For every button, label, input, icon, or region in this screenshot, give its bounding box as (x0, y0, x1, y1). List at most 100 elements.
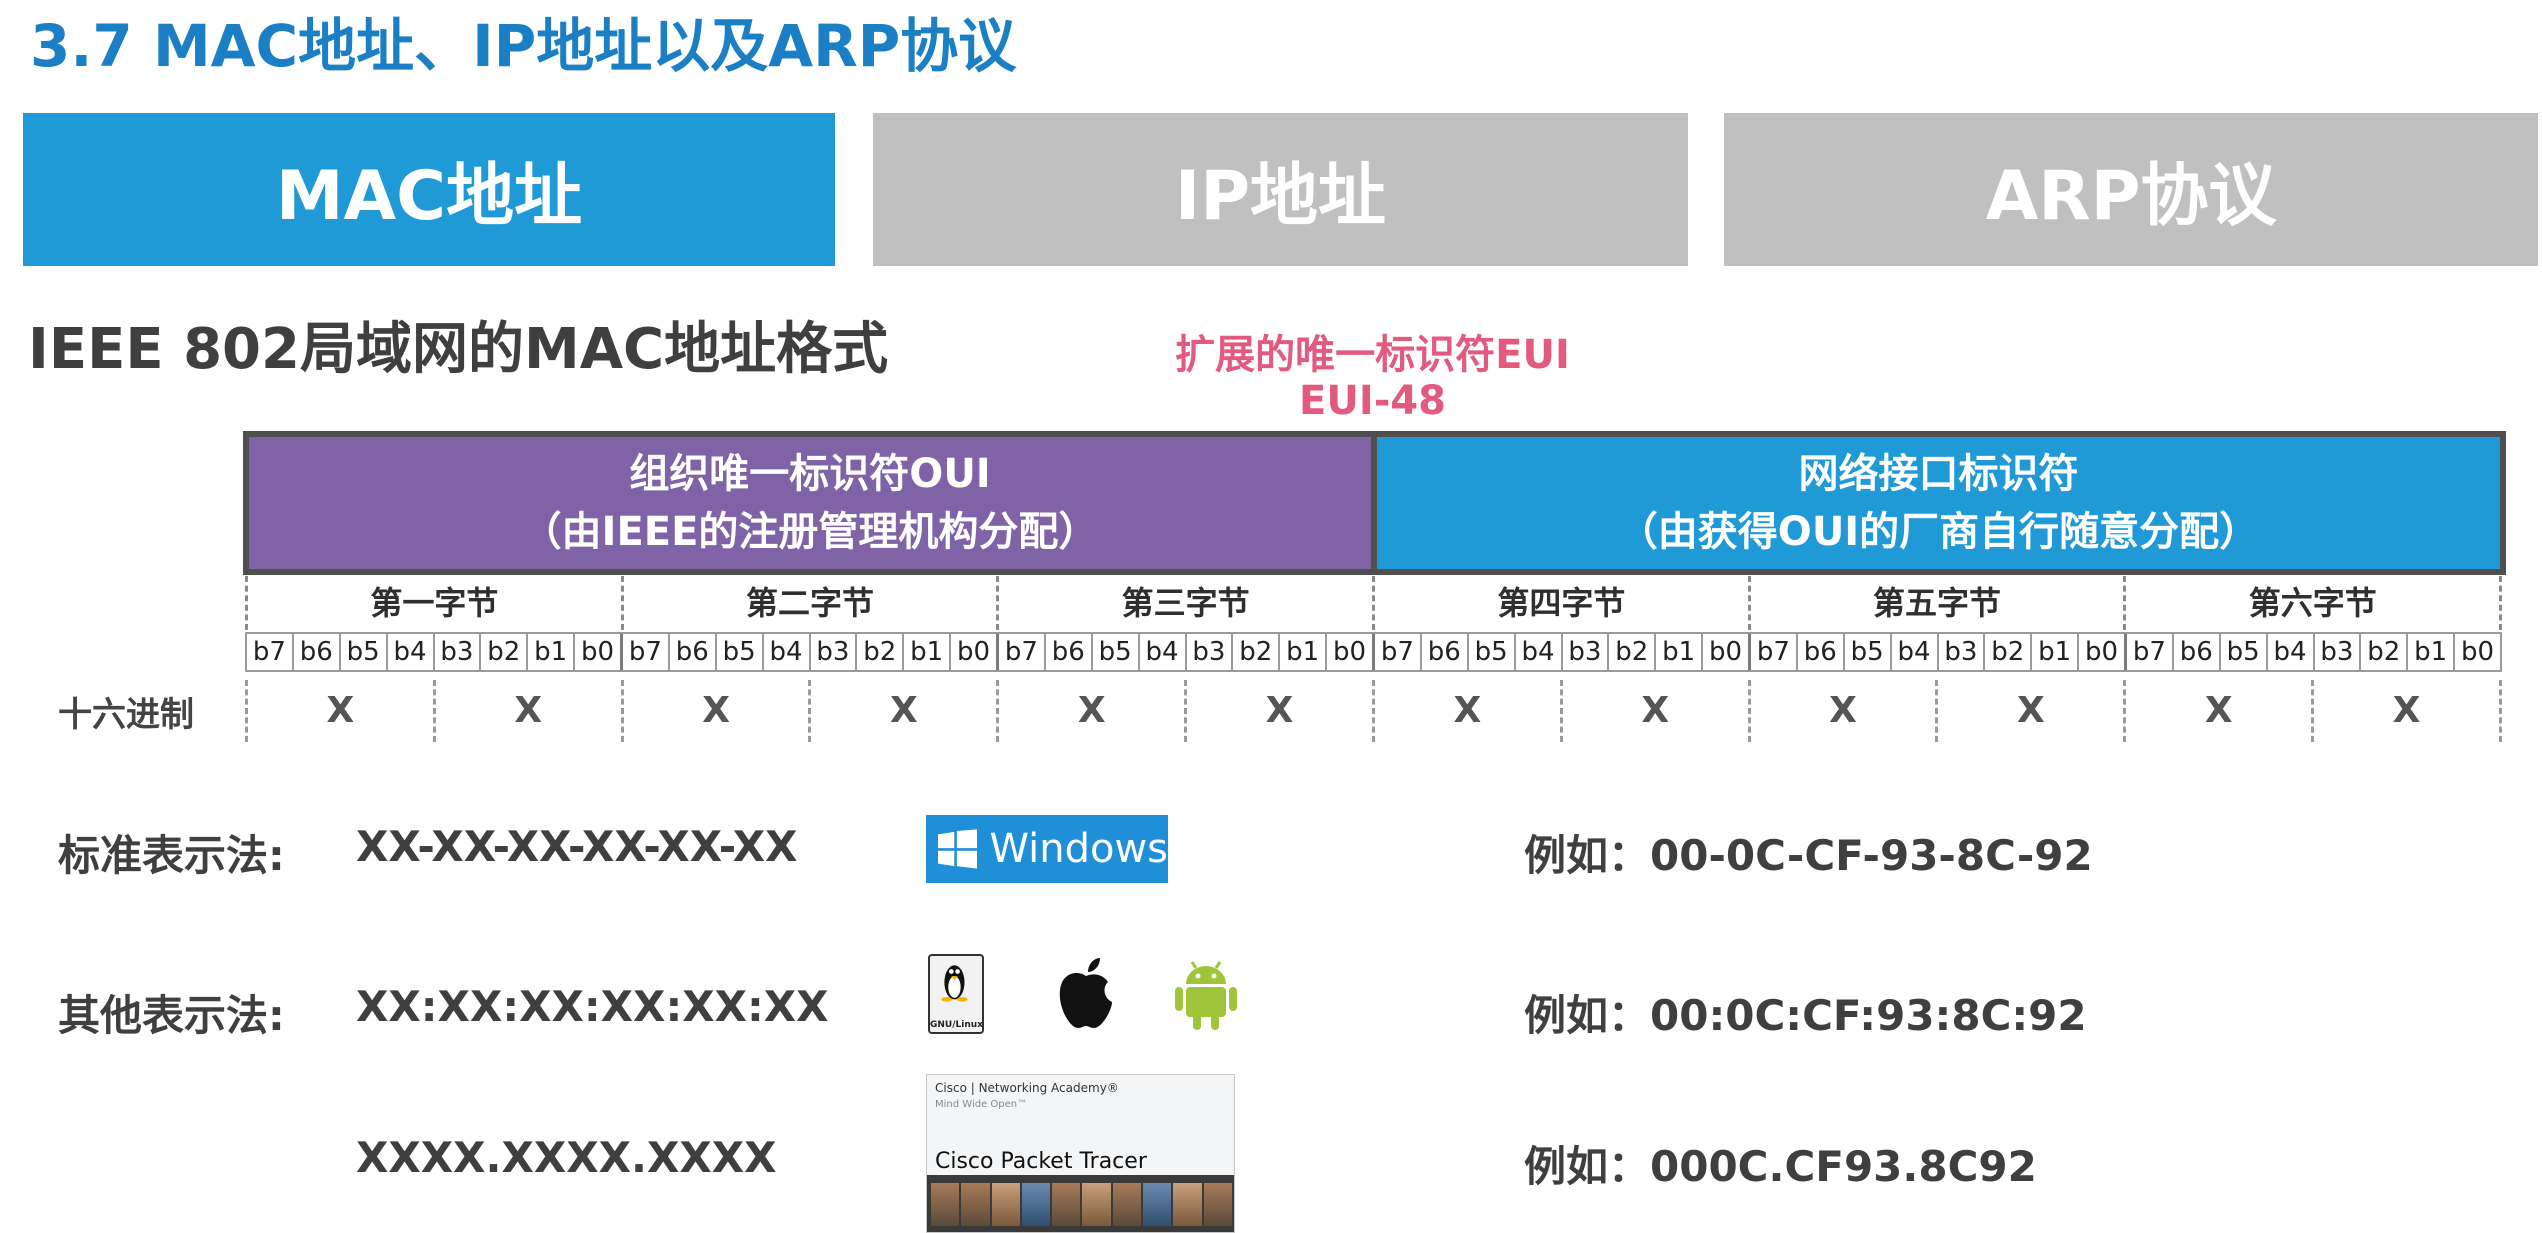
bit-cell: b6 (1422, 634, 1469, 670)
hex-digit: X (996, 680, 1184, 742)
oui-note: （由IEEE的注册管理机构分配） (521, 509, 1099, 555)
oui-block: 组织唯一标识符OUI （由IEEE的注册管理机构分配） (249, 437, 1371, 569)
other-notation-example: 例如：00:0C:CF:93:8C:92 (1524, 991, 2087, 1040)
windows-logo: Windows (926, 815, 1168, 883)
other-notation-label: 其他表示法: (58, 991, 285, 1040)
bit-cell: b0 (2461, 637, 2495, 667)
linux-tux-icon (941, 965, 968, 1002)
bit-cell: b0 (1703, 634, 1751, 670)
bit-cell: b6 (2174, 634, 2221, 670)
bit-cell: b0 (1327, 634, 1375, 670)
other-notation-format: XX:XX:XX:XX:XX:XX (356, 982, 829, 1031)
dotted-notation-example: 例如：000C.CF93.8C92 (1524, 1142, 2037, 1191)
bit-cell: b2 (2361, 634, 2409, 670)
hex-digit: X (1184, 680, 1372, 742)
bit-cell: b3 (811, 634, 858, 670)
bit-cell: b3 (1187, 634, 1234, 670)
bit-cell: b5 (341, 634, 388, 670)
byte-label: 第五字节 (1747, 576, 2124, 630)
byte-header-row: 第一字节 第二字节 第三字节 第四字节 第五字节 第六字节 (245, 576, 2503, 630)
hex-digit: X (1559, 680, 1748, 742)
hex-digit: X (2311, 680, 2502, 742)
byte-label: 第四字节 (1372, 576, 1748, 630)
bit-cell: b4 (2268, 634, 2315, 670)
tab-arp-protocol[interactable]: ARP协议 (1724, 113, 2538, 266)
bit-cell: b5 (1845, 634, 1892, 670)
bit-cell: b3 (435, 634, 482, 670)
bit-cell: b0 (951, 634, 999, 670)
bit-cell: b4 (764, 634, 811, 670)
nic-block: 网络接口标识符 （由获得OUI的厂商自行随意分配） (1377, 437, 2500, 569)
nic-title: 网络接口标识符 (1798, 451, 2079, 497)
bit-cell: b3 (1563, 634, 1610, 670)
hex-digit: X (808, 680, 996, 742)
byte-label: 第一字节 (245, 576, 621, 630)
bit-cell: b7 (623, 634, 670, 670)
bit-cell: b1 (528, 634, 576, 670)
bit-cell: b5 (2221, 634, 2268, 670)
android-icon (1175, 961, 1237, 1030)
byte-label: 第三字节 (996, 576, 1372, 630)
bit-cell: b4 (1892, 634, 1939, 670)
bit-cell: b2 (481, 634, 529, 670)
bit-cell: b5 (717, 634, 764, 670)
bit-row: b7 b6 b5 b4 b3 b2 b1 b0 b7 b6 b5 b4 b3 b2 b1 b0 b7 b6 b5 b4… (245, 632, 2502, 672)
bit-cell: b0 (2079, 634, 2127, 670)
hex-digit: X (1747, 680, 1936, 742)
bit-cell: b2 (1233, 634, 1281, 670)
bit-cell: b6 (670, 634, 717, 670)
cisco-product-name: Cisco Packet Tracer (935, 1149, 1147, 1174)
bit-cell: b2 (1609, 634, 1657, 670)
bit-cell: b6 (1046, 634, 1093, 670)
bit-cell: b7 (1751, 634, 1798, 670)
hex-digit: X (620, 680, 809, 742)
windows-text: Windows (989, 826, 1168, 872)
bit-cell: b5 (1469, 634, 1516, 670)
bit-cell: b4 (1516, 634, 1563, 670)
tab-mac-address[interactable]: MAC地址 (23, 113, 835, 266)
dotted-notation-format: XXXX.XXXX.XXXX (356, 1133, 777, 1182)
page-title: 3.7 MAC地址、IP地址以及ARP协议 (30, 12, 1017, 80)
standard-notation-example: 例如：00-0C-CF-93-8C-92 (1524, 831, 2093, 880)
bit-cell: b1 (1656, 634, 1704, 670)
bit-cell: b5 (1093, 634, 1140, 670)
byte-label: 第六字节 (2123, 576, 2503, 630)
hex-row: XXXXXXXXXXXX (245, 680, 2502, 742)
hex-digit: X (1371, 680, 1560, 742)
bit-cell: b7 (247, 634, 294, 670)
bit-cell: b2 (1985, 634, 2033, 670)
hex-digit: X (2123, 680, 2311, 742)
cisco-subheader: Mind Wide Open™ (935, 1099, 1028, 1110)
bit-cell: b0 (575, 634, 623, 670)
bit-cell: b1 (904, 634, 952, 670)
cisco-photo-strip (927, 1175, 1234, 1232)
bit-cell: b2 (857, 634, 905, 670)
bit-cell: b7 (1375, 634, 1422, 670)
linux-text: GNU/Linux (930, 1020, 983, 1030)
nic-note: （由获得OUI的厂商自行随意分配） (1617, 509, 2260, 555)
cisco-packet-tracer-logo: Cisco | Networking Academy® Mind Wide Op… (926, 1074, 1235, 1233)
oui-title: 组织唯一标识符OUI (629, 451, 991, 497)
bit-cell: b6 (1798, 634, 1845, 670)
hex-digit: X (432, 680, 621, 742)
hex-label: 十六进制 (58, 695, 194, 735)
bit-cell: b1 (2032, 634, 2080, 670)
standard-notation-format: XX-XX-XX-XX-XX-XX (356, 822, 798, 871)
eui-label: 扩展的唯一标识符EUI (1175, 332, 1570, 378)
tab-ip-address[interactable]: IP地址 (873, 113, 1688, 266)
bit-cell: b4 (388, 634, 435, 670)
bit-cell: b1 (1280, 634, 1328, 670)
bit-cell: b7 (999, 634, 1046, 670)
bit-cell: b6 (294, 634, 341, 670)
bit-cell: b4 (1140, 634, 1187, 670)
bit-cell: b7 (2127, 634, 2174, 670)
cisco-header: Cisco | Networking Academy® (935, 1081, 1119, 1095)
section-title: IEEE 802局域网的MAC地址格式 (28, 317, 889, 382)
byte-label: 第二字节 (620, 576, 997, 630)
eui-48-label: EUI-48 (1299, 378, 1446, 424)
windows-icon (938, 829, 978, 869)
hex-digit: X (1935, 680, 2123, 742)
standard-notation-label: 标准表示法: (58, 831, 285, 880)
linux-logo: GNU/Linux (928, 954, 984, 1034)
apple-icon (1059, 958, 1112, 1028)
